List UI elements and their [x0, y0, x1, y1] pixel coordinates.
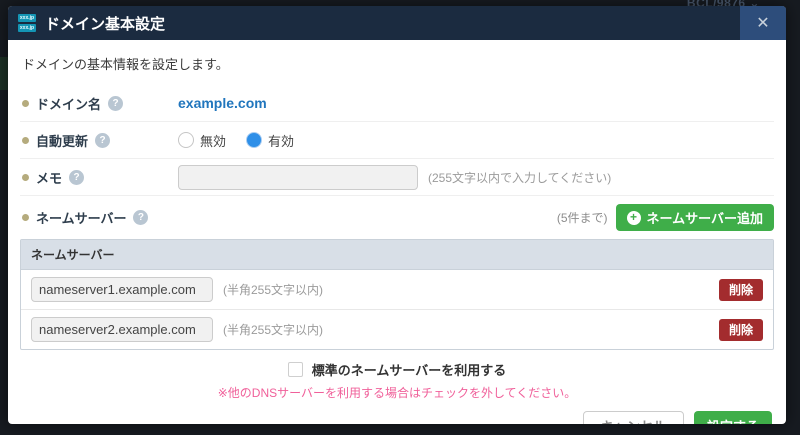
default-nameserver-section: 標準のネームサーバーを利用する ※他のDNSサーバーを利用する場合はチェックを外…: [20, 360, 774, 401]
close-icon: ✕: [756, 15, 770, 32]
help-icon[interactable]: ?: [95, 132, 111, 148]
radio-disabled-label: 無効: [200, 133, 227, 149]
field-row-domain: ドメイン名 ? example.com: [20, 85, 774, 122]
add-nameserver-label: ネームサーバー追加: [646, 211, 763, 226]
domain-label-group: ドメイン名 ?: [20, 94, 178, 113]
modal-footer: キャンセル 設定する: [8, 401, 786, 424]
background-page-sliver: [0, 57, 8, 90]
nameserver1-input[interactable]: [31, 277, 213, 302]
bullet-icon: [22, 214, 29, 221]
domain-label: ドメイン名: [36, 96, 102, 112]
field-row-auto-renew: 自動更新 ? 無効 有効: [20, 122, 774, 159]
bullet-icon: [22, 136, 29, 144]
auto-renew-label: 自動更新: [36, 133, 89, 149]
domain-settings-modal: xxx.jp xxx.jp ドメイン基本設定 ✕ ドメインの基本情報を設定します…: [8, 6, 786, 424]
table-row: (半角255文字以内) 削除: [21, 310, 773, 349]
close-button[interactable]: ✕: [740, 6, 786, 40]
help-icon[interactable]: ?: [108, 95, 124, 111]
radio-checked-icon[interactable]: [246, 132, 263, 148]
help-icon[interactable]: ?: [69, 169, 85, 185]
plus-icon: +: [626, 210, 641, 225]
auto-renew-radio-group: 無効 有効: [178, 131, 294, 150]
nameserver2-input[interactable]: [31, 317, 213, 342]
bullet-icon: [22, 99, 29, 107]
radio-option-enabled[interactable]: 有効: [246, 131, 294, 150]
default-nameserver-checkbox-label: 標準のネームサーバーを利用する: [311, 363, 507, 378]
add-nameserver-button[interactable]: + ネームサーバー追加: [615, 204, 774, 231]
nameserver-table: ネームサーバー (半角255文字以内) 削除 (半角255文字以内) 削除: [20, 239, 774, 350]
modal-title: ドメイン基本設定: [45, 15, 166, 33]
nameserver-limit-note: (5件まで): [556, 211, 608, 225]
delete-nameserver1-button[interactable]: 削除: [718, 278, 763, 301]
modal-header: xxx.jp xxx.jp ドメイン基本設定 ✕: [8, 6, 786, 40]
nameserver-section-header: ネームサーバー ? (5件まで) + ネームサーバー追加: [20, 196, 774, 239]
auto-renew-label-group: 自動更新 ?: [20, 131, 178, 150]
modal-body: ドメインの基本情報を設定します。 ドメイン名 ? example.com 自動更…: [8, 40, 786, 401]
nameserver-label: ネームサーバー: [36, 211, 127, 226]
bullet-icon: [22, 173, 29, 181]
cancel-button[interactable]: キャンセル: [582, 411, 684, 424]
nameserver2-hint: (半角255文字以内): [223, 323, 324, 337]
radio-unchecked-icon[interactable]: [178, 132, 194, 148]
nameserver1-hint: (半角255文字以内): [223, 283, 324, 297]
memo-input[interactable]: [178, 164, 418, 190]
memo-label-group: メモ ?: [20, 168, 178, 187]
nameserver-label-group: ネームサーバー ?: [20, 208, 178, 227]
table-row: (半角255文字以内) 削除: [21, 270, 773, 310]
radio-enabled-label: 有効: [268, 133, 295, 149]
memo-label: メモ: [36, 170, 63, 186]
modal-description: ドメインの基本情報を設定します。: [22, 57, 229, 72]
field-row-memo: メモ ? (255文字以内で入力してください): [20, 159, 774, 196]
domain-value: example.com: [178, 95, 267, 111]
submit-button[interactable]: 設定する: [693, 411, 772, 424]
default-nameserver-checkbox-row[interactable]: 標準のネームサーバーを利用する: [287, 360, 507, 379]
nameserver-table-header: ネームサーバー: [21, 240, 773, 270]
checkbox-unchecked-icon[interactable]: [287, 362, 303, 377]
memo-hint: (255文字以内で入力してください): [428, 170, 612, 185]
radio-option-disabled[interactable]: 無効: [178, 131, 226, 150]
help-icon[interactable]: ?: [133, 210, 149, 225]
delete-nameserver2-button[interactable]: 削除: [718, 318, 763, 341]
domain-badges-icon: xxx.jp xxx.jp: [18, 14, 36, 32]
dns-warning-note: ※他のDNSサーバーを利用する場合はチェックを外してください。: [217, 386, 577, 400]
